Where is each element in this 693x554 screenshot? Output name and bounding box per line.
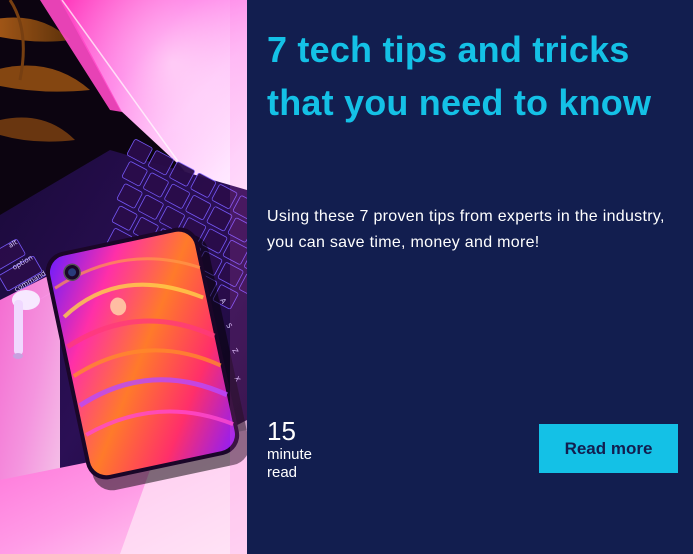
read-time: 15 minute read — [267, 416, 327, 482]
read-time-value: 15 — [267, 416, 296, 446]
article-title: 7 tech tips and tricks that you need to … — [267, 29, 652, 123]
read-time-unit: minute read — [267, 446, 313, 481]
article-description: Using these 7 proven tips from experts i… — [267, 208, 665, 251]
read-more-button[interactable]: Read more — [539, 424, 678, 473]
article-card: alt option command Q A S Z X — [0, 0, 693, 554]
article-content: 7 tech tips and tricks that you need to … — [247, 0, 693, 554]
hero-image: alt option command Q A S Z X — [0, 0, 247, 554]
